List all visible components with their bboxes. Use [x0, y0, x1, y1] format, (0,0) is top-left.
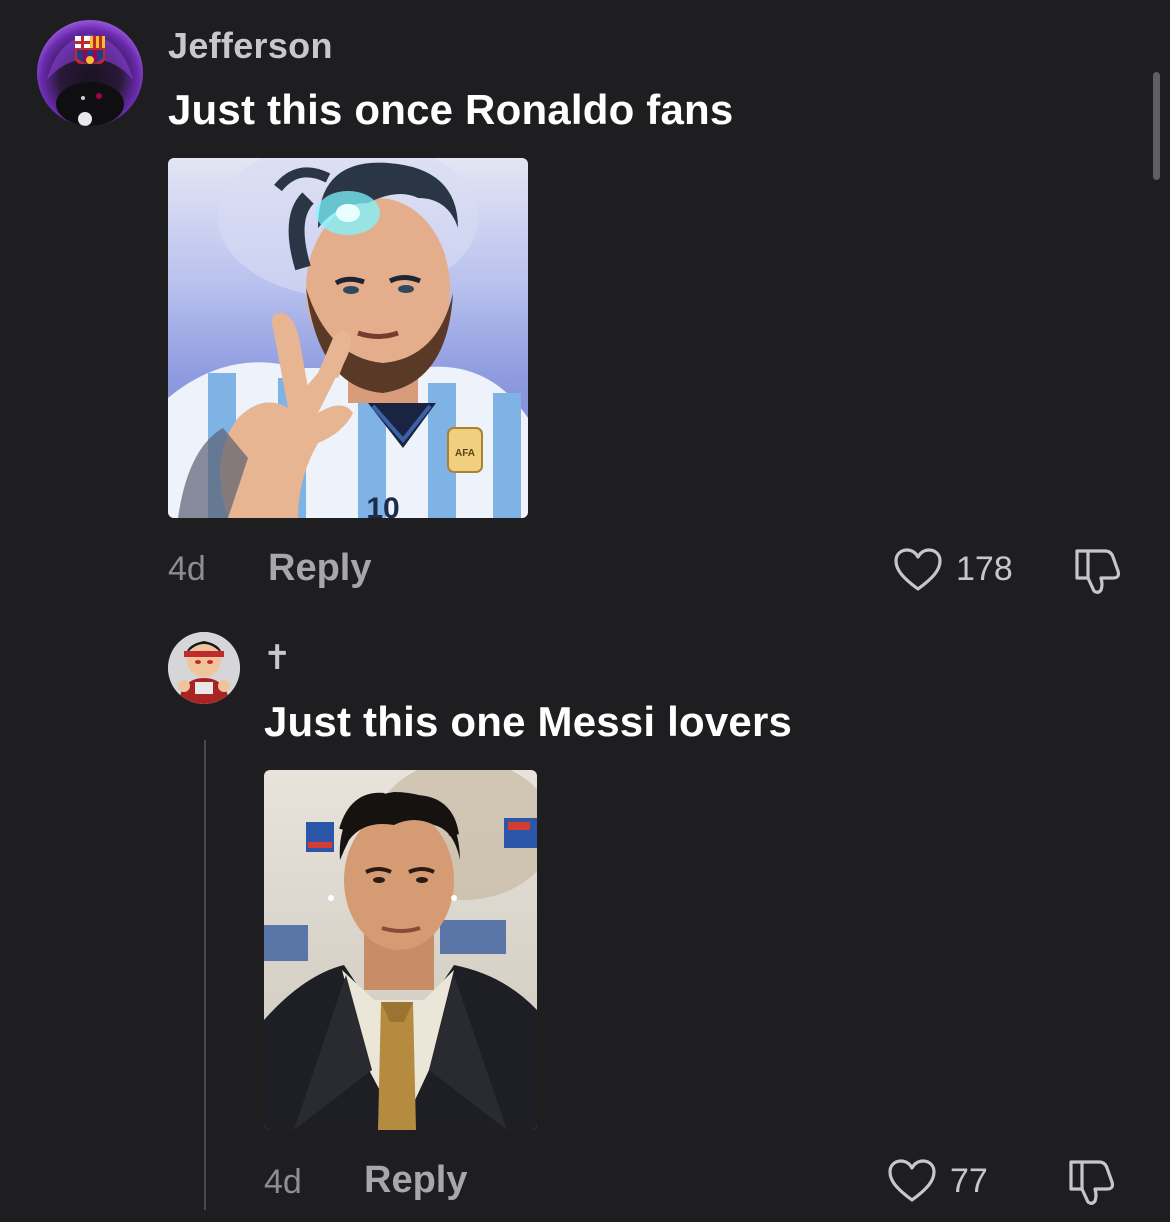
thread-line [204, 740, 206, 1210]
avatar-image [168, 632, 240, 704]
like-count: 178 [956, 550, 1013, 588]
avatar-image [47, 34, 133, 126]
username[interactable]: ✝ [263, 638, 292, 678]
username[interactable]: Jefferson [168, 25, 333, 67]
thumbs-down-icon[interactable] [1065, 1156, 1119, 1208]
comment-time: 4d [264, 1163, 302, 1201]
like-count: 77 [950, 1162, 988, 1200]
thumbs-down-icon[interactable] [1071, 545, 1125, 597]
scrollbar[interactable] [1153, 72, 1160, 180]
comment-time: 4d [168, 550, 206, 588]
heart-outline-icon[interactable] [887, 1158, 937, 1204]
reply-button[interactable]: Reply [268, 547, 371, 590]
comment-image[interactable]: AFA 10 [168, 158, 528, 518]
comment-text: Just this once Ronaldo fans [168, 86, 734, 133]
avatar[interactable] [168, 632, 240, 704]
svg-text:10: 10 [366, 492, 399, 518]
comment-text: Just this one Messi lovers [264, 698, 793, 745]
ronaldo-photo [264, 770, 537, 1130]
comment-image[interactable] [264, 770, 537, 1130]
heart-outline-icon[interactable] [893, 547, 943, 593]
messi-illustration: AFA 10 [168, 158, 528, 518]
reply-button[interactable]: Reply [364, 1159, 467, 1202]
avatar[interactable] [37, 20, 143, 126]
svg-text:AFA: AFA [455, 448, 475, 459]
